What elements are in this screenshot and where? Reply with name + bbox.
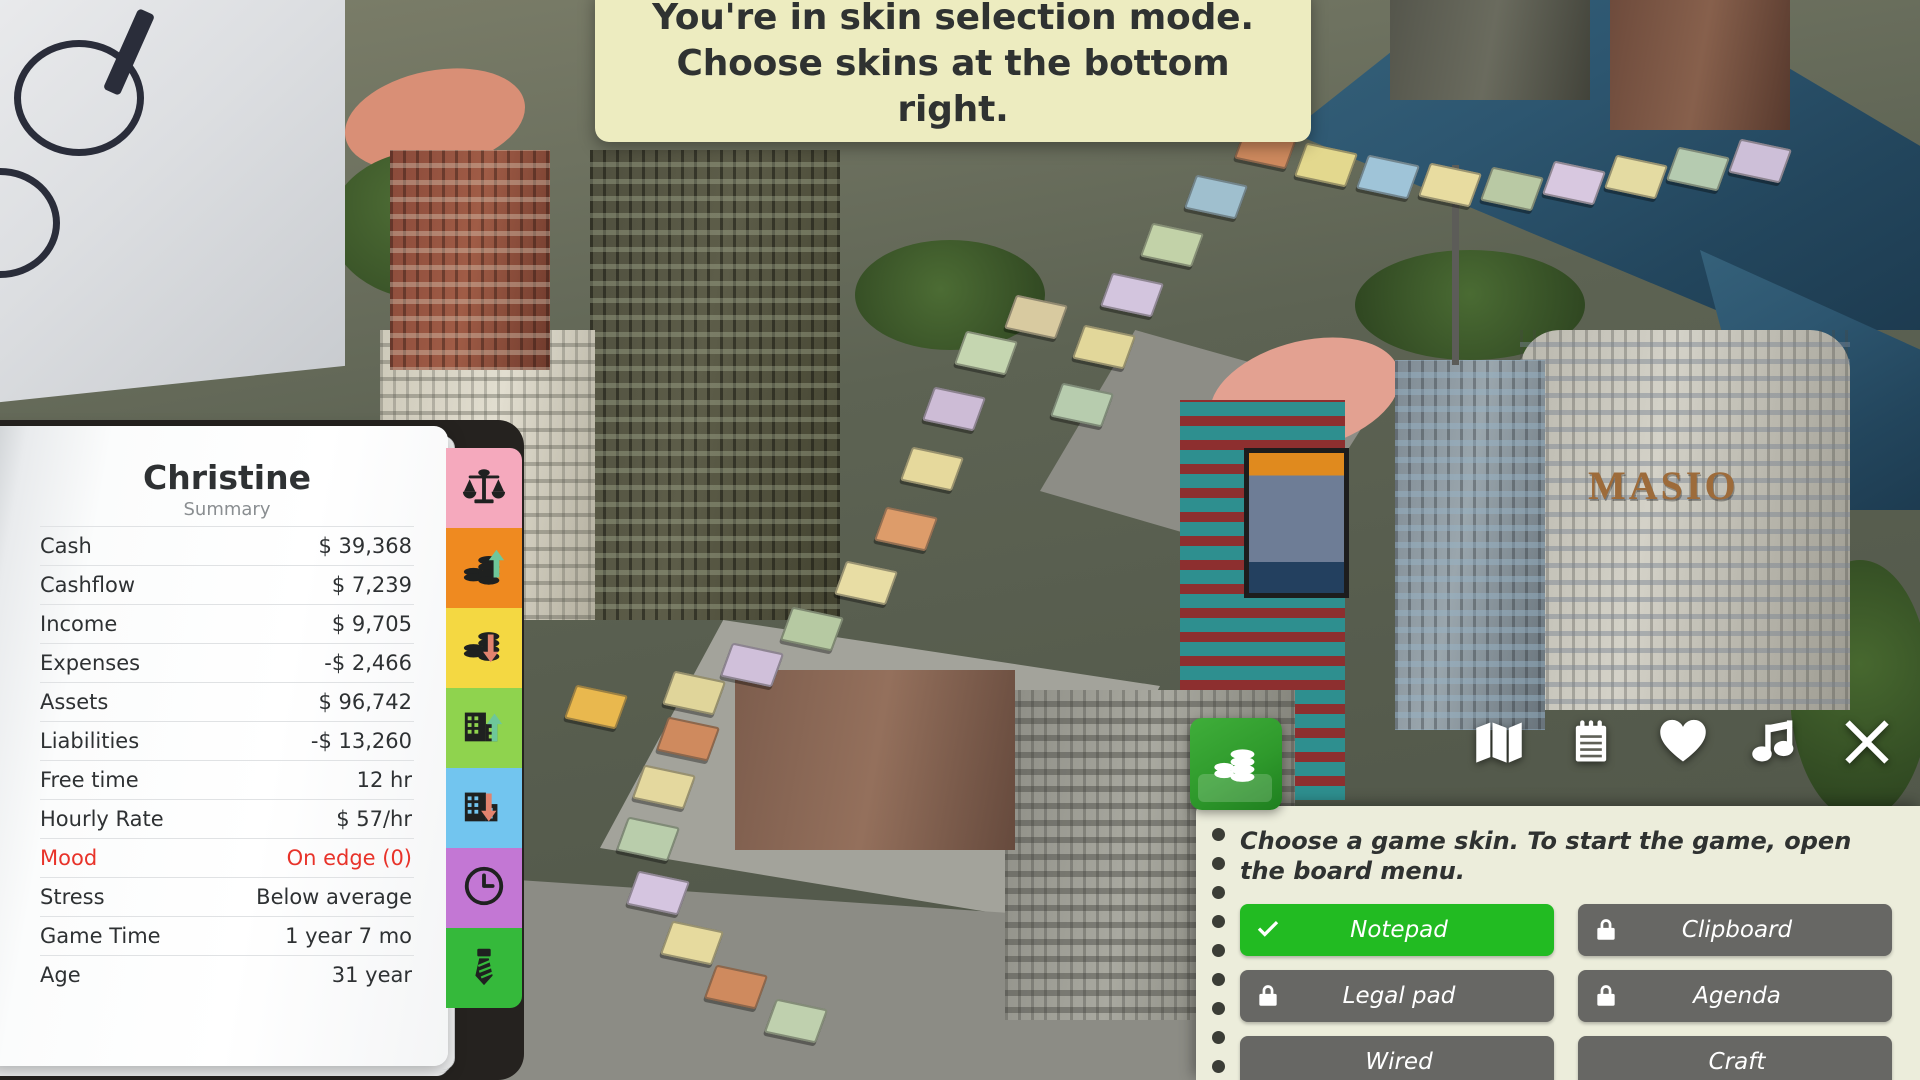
skin-mode-tooltip: You're in skin selection mode. Choose sk…	[595, 0, 1311, 142]
stat-value: $ 96,742	[318, 690, 412, 714]
lock-icon	[1578, 983, 1634, 1009]
stat-value: $ 7,239	[331, 573, 412, 597]
stat-value: Below average	[256, 885, 412, 909]
stat-value: -$ 13,260	[310, 729, 412, 753]
clock-icon	[461, 863, 507, 914]
summary-stat-row: Stress Below average	[40, 877, 414, 916]
stat-label: Age	[40, 963, 81, 987]
skin-selection-panel: Choose a game skin. To start the game, o…	[1196, 806, 1920, 1080]
building-topright-roof	[1390, 0, 1590, 100]
stat-label: Free time	[40, 768, 139, 792]
building-brick-red	[390, 150, 550, 370]
stat-label: Assets	[40, 690, 109, 714]
skin-button-label: Agenda	[1693, 983, 1781, 1009]
summary-stat-row: Age 31 year	[40, 955, 414, 994]
summary-stat-list: Cash $ 39,368 Cashflow $ 7,239 Income $ 9,705…	[40, 526, 414, 994]
notepad-icon[interactable]	[1564, 715, 1618, 769]
summary-page: Christine Summary Cash $ 39,368 Cashflow $ …	[0, 426, 448, 1066]
sidebar-tab-income[interactable]	[446, 528, 522, 608]
sidebar-tab-expenses[interactable]	[446, 608, 522, 688]
summary-stat-row: Assets $ 96,742	[40, 682, 414, 721]
sidebar-tab-career[interactable]	[446, 928, 522, 1008]
summary-stat-row: Free time 12 hr	[40, 760, 414, 799]
stat-label: Cashflow	[40, 573, 136, 597]
skin-button-label: Craft	[1708, 1049, 1766, 1075]
skin-button[interactable]: Craft	[1578, 1036, 1892, 1080]
stat-label: Liabilities	[40, 729, 140, 753]
summary-stat-row: Expenses -$ 2,466	[40, 643, 414, 682]
sidebar-tab-time[interactable]	[446, 848, 522, 928]
summary-stat-row: Game Time 1 year 7 mo	[40, 916, 414, 955]
stat-label: Expenses	[40, 651, 141, 675]
sidebar-tab-assets[interactable]	[446, 688, 522, 768]
skin-button-label: Wired	[1365, 1049, 1433, 1075]
skin-button[interactable]: Notepad	[1240, 904, 1554, 956]
stat-label: Game Time	[40, 924, 161, 948]
skin-button-label: Legal pad	[1342, 983, 1456, 1009]
masio-sign: MASIO	[1588, 463, 1739, 508]
necktie-icon	[461, 943, 507, 994]
stat-label: Cash	[40, 534, 92, 558]
music-note-icon[interactable]	[1748, 715, 1802, 769]
skin-button[interactable]: Agenda	[1578, 970, 1892, 1022]
wallet-flap	[1198, 774, 1272, 802]
player-summary-panel: Christine Summary Cash $ 39,368 Cashflow $ …	[0, 420, 524, 1080]
lock-icon	[1578, 917, 1634, 943]
lock-icon	[1240, 983, 1296, 1009]
stat-value: 12 hr	[356, 768, 412, 792]
building-topright-dark	[1610, 0, 1790, 130]
skin-button[interactable]: Clipboard	[1578, 904, 1892, 956]
stat-value: $ 9,705	[331, 612, 412, 636]
page-title: Christine	[143, 458, 311, 497]
sidebar-tab-liabilities[interactable]	[446, 768, 522, 848]
skin-button-grid[interactable]: Notepad Clipboard Legal pad Agenda Wired Craf…	[1240, 904, 1892, 1080]
stat-value: On edge (0)	[286, 846, 412, 870]
billboard-screen	[1244, 448, 1349, 598]
skin-button[interactable]: Wired	[1240, 1036, 1554, 1080]
coins-up-icon	[461, 543, 507, 594]
summary-stat-row: Cashflow $ 7,239	[40, 565, 414, 604]
sidebar-tab-balance[interactable]	[446, 448, 522, 528]
skin-button-label: Notepad	[1350, 917, 1448, 943]
building-warehouse	[735, 670, 1015, 850]
stat-value: 31 year	[331, 963, 412, 987]
stat-value: 1 year 7 mo	[285, 924, 412, 948]
heart-icon[interactable]	[1656, 715, 1710, 769]
stat-value: $ 39,368	[318, 534, 412, 558]
bottom-right-toolbar[interactable]	[1472, 700, 1894, 784]
coins-down-icon	[461, 623, 507, 674]
skin-button[interactable]: Legal pad	[1240, 970, 1554, 1022]
page-subtitle: Summary	[183, 499, 271, 520]
balance-scales-icon	[461, 463, 507, 514]
skin-panel-description: Choose a game skin. To start the game, o…	[1240, 827, 1852, 885]
summary-stat-row: Hourly Rate $ 57/hr	[40, 799, 414, 838]
coins-stack-icon[interactable]	[1190, 718, 1282, 810]
check-icon	[1240, 917, 1296, 943]
building-down-icon	[461, 783, 507, 834]
map-icon[interactable]	[1472, 715, 1526, 769]
panel-tab-strip[interactable]	[446, 448, 522, 1008]
building-up-icon	[461, 703, 507, 754]
stat-value: -$ 2,466	[324, 651, 412, 675]
binder-holes	[1212, 828, 1225, 1080]
stat-label: Mood	[40, 846, 98, 870]
stat-label: Stress	[40, 885, 105, 909]
tooltip-text: You're in skin selection mode. Choose sk…	[652, 0, 1254, 131]
summary-stat-row: Liabilities -$ 13,260	[40, 721, 414, 760]
stat-label: Income	[40, 612, 118, 636]
stat-value: $ 57/hr	[336, 807, 412, 831]
building-tower-dark	[590, 150, 840, 620]
summary-stat-row: Mood On edge (0)	[40, 838, 414, 877]
building-masio-tower	[1520, 330, 1850, 710]
stat-label: Hourly Rate	[40, 807, 164, 831]
building-spire-tower	[1395, 360, 1545, 730]
skin-button-label: Clipboard	[1681, 917, 1793, 943]
summary-stat-row: Cash $ 39,368	[40, 526, 414, 565]
summary-stat-row: Income $ 9,705	[40, 604, 414, 643]
close-icon[interactable]	[1840, 715, 1894, 769]
